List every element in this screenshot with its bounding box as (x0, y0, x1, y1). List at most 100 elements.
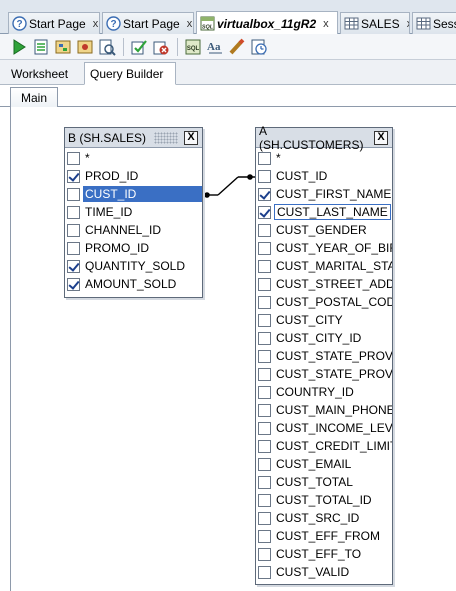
column-checkbox[interactable] (258, 187, 271, 201)
column-checkbox[interactable] (258, 439, 271, 453)
column-name[interactable]: CUST_STATE_PROVI (274, 348, 392, 364)
tab-sales[interactable]: SALES x (340, 12, 410, 34)
column-checkbox[interactable] (258, 241, 271, 255)
column-row[interactable]: CUST_CITY_ID (256, 329, 392, 347)
column-row[interactable]: CUST_TOTAL_ID (256, 491, 392, 509)
column-name[interactable]: COUNTRY_ID (274, 384, 356, 400)
customers-table-panel[interactable]: A (SH.CUSTOMERS) X * CUST_ID CUST_FIRST_NA… (255, 124, 393, 585)
column-row[interactable]: CUST_STATE_PROVI (256, 365, 392, 383)
column-row[interactable]: CUST_EFF_TO (256, 545, 392, 563)
column-name[interactable]: CUST_CITY_ID (274, 330, 363, 346)
column-row[interactable]: CHANNEL_ID (65, 221, 202, 239)
rollback-icon[interactable] (152, 38, 170, 56)
tab-worksheet[interactable]: Worksheet (6, 63, 73, 85)
explain-plan-icon[interactable] (54, 38, 72, 56)
column-row[interactable]: CUST_ID (256, 167, 392, 185)
column-name[interactable]: CUST_CITY (274, 312, 345, 328)
column-checkbox[interactable] (258, 367, 271, 381)
column-name[interactable]: CUST_ID (83, 186, 202, 202)
column-row[interactable]: * (256, 149, 392, 167)
column-checkbox[interactable] (258, 259, 271, 273)
column-row[interactable]: CUST_POSTAL_COD (256, 293, 392, 311)
column-name[interactable]: CUST_EMAIL (274, 456, 353, 472)
column-name[interactable]: * (274, 150, 283, 166)
column-row[interactable]: CUST_TOTAL (256, 473, 392, 491)
column-name[interactable]: PROMO_ID (83, 240, 151, 256)
column-row[interactable]: CUST_MARITAL_STAT (256, 257, 392, 275)
column-checkbox[interactable] (67, 187, 80, 201)
column-checkbox[interactable] (258, 331, 271, 345)
column-checkbox[interactable] (258, 475, 271, 489)
commit-icon[interactable] (130, 38, 148, 56)
tab-start-page-2[interactable]: ? Start Page x (102, 12, 194, 34)
column-checkbox[interactable] (258, 169, 271, 183)
tab-virtualbox-worksheet[interactable]: SQL virtualbox_11gR2 x (196, 11, 338, 35)
customers-table-header[interactable]: A (SH.CUSTOMERS) X (256, 124, 392, 152)
column-row[interactable]: QUANTITY_SOLD (65, 257, 202, 275)
column-name[interactable]: CUST_YEAR_OF_BIR (274, 240, 392, 256)
column-checkbox[interactable] (67, 205, 80, 219)
column-row[interactable]: AMOUNT_SOLD (65, 275, 202, 293)
tab-start-page-1[interactable]: ? Start Page x (8, 12, 100, 34)
column-row[interactable]: CUST_GENDER (256, 221, 392, 239)
sales-table-panel[interactable]: B (SH.SALES) X * PROD_ID CUST_ID TIME_ID CHA… (64, 127, 203, 298)
column-checkbox[interactable] (258, 547, 271, 561)
column-name[interactable]: CUST_STATE_PROVI (274, 366, 392, 382)
column-name[interactable]: CUST_EFF_TO (274, 546, 363, 562)
sql-history-icon[interactable]: SQL (184, 38, 202, 56)
column-row[interactable]: CUST_SRC_ID (256, 509, 392, 527)
column-checkbox[interactable] (67, 151, 80, 165)
column-checkbox[interactable] (258, 457, 271, 471)
column-name[interactable]: CUST_INCOME_LEVE (274, 420, 392, 436)
column-row[interactable]: TIME_ID (65, 203, 202, 221)
column-name[interactable]: AMOUNT_SOLD (83, 276, 178, 292)
column-row[interactable]: * (65, 149, 202, 167)
column-checkbox[interactable] (258, 403, 271, 417)
column-name[interactable]: QUANTITY_SOLD (83, 258, 187, 274)
column-name[interactable]: CUST_LAST_NAME (274, 204, 391, 220)
column-name[interactable]: CUST_STREET_ADDR (274, 276, 392, 292)
column-checkbox[interactable] (258, 295, 271, 309)
sql-tuning-icon[interactable] (98, 38, 116, 56)
tab-sessions[interactable]: Sessi (412, 12, 456, 34)
column-row[interactable]: CUST_ID (65, 185, 202, 203)
column-name[interactable]: * (83, 150, 92, 166)
column-row[interactable]: CUST_STATE_PROVI (256, 347, 392, 365)
column-name[interactable]: CUST_TOTAL (274, 474, 355, 490)
column-checkbox[interactable] (258, 349, 271, 363)
column-name[interactable]: CUST_EFF_FROM (274, 528, 382, 544)
column-name[interactable]: CUST_FIRST_NAME (274, 186, 392, 202)
format-icon[interactable]: Aa (206, 38, 224, 56)
column-checkbox[interactable] (67, 223, 80, 237)
tab-close-icon[interactable]: x (187, 18, 193, 30)
autotrace-icon[interactable] (76, 38, 94, 56)
query-builder-canvas[interactable]: B (SH.SALES) X * PROD_ID CUST_ID TIME_ID CHA… (10, 107, 456, 591)
column-checkbox[interactable] (258, 205, 271, 219)
drag-handle[interactable] (154, 131, 178, 144)
column-checkbox[interactable] (67, 169, 80, 183)
column-checkbox[interactable] (258, 493, 271, 507)
column-checkbox[interactable] (258, 529, 271, 543)
column-row[interactable]: CUST_CITY (256, 311, 392, 329)
column-name[interactable]: CUST_ID (274, 168, 329, 184)
column-name[interactable]: CUST_MAIN_PHONE_ (274, 402, 392, 418)
column-name[interactable]: CUST_GENDER (274, 222, 369, 238)
column-name[interactable]: CUST_MARITAL_STAT (274, 258, 392, 274)
column-row[interactable]: CUST_INCOME_LEVE (256, 419, 392, 437)
column-name[interactable]: CHANNEL_ID (83, 222, 163, 238)
column-checkbox[interactable] (67, 259, 80, 273)
column-checkbox[interactable] (67, 277, 80, 291)
column-row[interactable]: CUST_VALID (256, 563, 392, 581)
column-name[interactable]: CUST_SRC_ID (274, 510, 361, 526)
column-checkbox[interactable] (258, 385, 271, 399)
close-icon[interactable]: X (184, 130, 198, 145)
tab-close-icon[interactable]: x (323, 18, 329, 30)
column-checkbox[interactable] (258, 511, 271, 525)
column-row[interactable]: CUST_CREDIT_LIMIT (256, 437, 392, 455)
column-checkbox[interactable] (258, 313, 271, 327)
close-icon[interactable]: X (374, 130, 388, 145)
column-checkbox[interactable] (258, 277, 271, 291)
tab-close-icon[interactable]: x (93, 18, 99, 30)
column-name[interactable]: TIME_ID (83, 204, 134, 220)
column-row[interactable]: CUST_FIRST_NAME (256, 185, 392, 203)
